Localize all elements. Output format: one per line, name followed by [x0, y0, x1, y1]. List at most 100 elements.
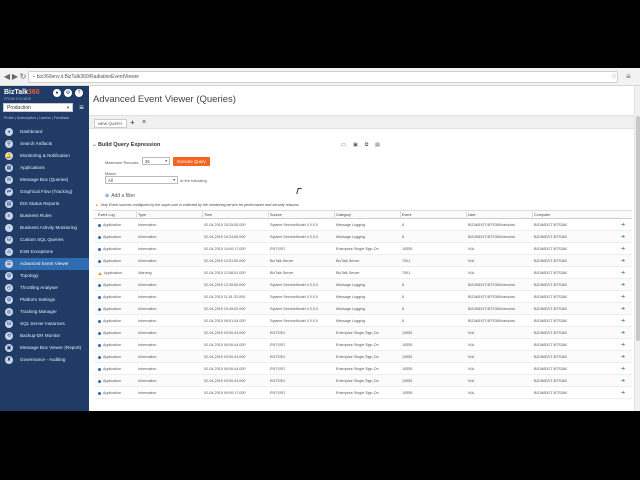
bam-icon: ◔: [5, 224, 13, 232]
sidebar-item-monitoring-notification[interactable]: 🔔 Monitoring & Notification: [0, 150, 89, 162]
sidebar-item-custom-sql-queries[interactable]: ⛁ Custom SQL Queries: [0, 234, 89, 246]
page-scrollbar[interactable]: [634, 86, 640, 411]
open-icon[interactable]: ▭: [340, 142, 347, 149]
table-row[interactable]: Application Information 02-04-2015 09:00:4…: [94, 363, 632, 375]
sidebar-item-tracking-manager[interactable]: ◎ Tracking Manager: [0, 306, 89, 318]
sidebar-item-applications[interactable]: ▦ Applications: [0, 162, 89, 174]
table-cell: System.ServiceModel 4.0.0.0: [270, 307, 318, 311]
scrollbar-thumb[interactable]: [636, 116, 640, 341]
row-detail-arrow-icon[interactable]: ➜: [616, 267, 630, 279]
match-select[interactable]: All ▼: [105, 176, 178, 184]
table-cell: 8: [402, 223, 405, 227]
table-cell: Information: [138, 331, 157, 335]
table-row[interactable]: Application Information 02-04-2015 09:00:4…: [94, 327, 632, 339]
environment-select[interactable]: Production ▼: [3, 103, 73, 112]
column-divider: [334, 211, 335, 219]
profile-links[interactable]: Profile | Subscription | License | Feedb…: [4, 116, 69, 120]
collapse-chevron-icon[interactable]: ⌄: [92, 141, 97, 148]
table-row[interactable]: Application Information 02-04-2015 09:51:4…: [94, 315, 632, 327]
row-detail-arrow-icon[interactable]: ➜: [616, 327, 630, 339]
execute-query-button[interactable]: Execute Query: [173, 157, 210, 166]
close-tab-button[interactable]: ×: [142, 117, 146, 128]
copy-icon[interactable]: ⧉: [363, 142, 370, 149]
row-detail-arrow-icon[interactable]: ➜: [616, 363, 630, 375]
sidebar-item-business-activity-monitoring[interactable]: ◔ Business Activity Monitoring: [0, 222, 89, 234]
row-detail-arrow-icon[interactable]: ➜: [616, 231, 630, 243]
row-detail-arrow-icon[interactable]: ➜: [616, 255, 630, 267]
table-cell: Message Logging: [336, 307, 366, 311]
row-detail-arrow-icon[interactable]: ➜: [616, 279, 630, 291]
user-icon[interactable]: ●: [53, 89, 61, 97]
table-row[interactable]: Application Information 02-04-2015 09:00:4…: [94, 375, 632, 387]
row-detail-arrow-icon[interactable]: ➜: [616, 375, 630, 387]
row-detail-arrow-icon[interactable]: ➜: [616, 315, 630, 327]
table-row[interactable]: Application Information 02-04-2015 15:25:5…: [94, 219, 632, 231]
add-filter-link[interactable]: ⊕ Add a filter: [105, 193, 135, 199]
tab-new-query[interactable]: NEW QUERY: [94, 119, 127, 128]
table-row[interactable]: Application Information 02-04-2015 12:45:5…: [94, 279, 632, 291]
sidebar-item-message-box-viewer-report[interactable]: ▣ Message Box Viewer (Report): [0, 342, 89, 354]
sidebar-item-governance-auditing[interactable]: ♜ Governance - Auditing: [0, 354, 89, 366]
sidebar-item-backup-dr-monitor[interactable]: ⟲ Backup-DR Monitor: [0, 330, 89, 342]
sidebar-item-throttling-analyser[interactable]: ◴ Throttling Analyser: [0, 282, 89, 294]
dashboard-icon: ◕: [5, 128, 13, 136]
brand-logo[interactable]: BizTalk360: [4, 89, 40, 96]
sidebar-item-sql-server-instances[interactable]: ⛁ SQL Server Instances: [0, 318, 89, 330]
table-cell: Application: [98, 339, 138, 351]
sidebar-item-platform-settings[interactable]: ⚙ Platform Settings: [0, 294, 89, 306]
table-row[interactable]: Application Information 02-04-2015 15:24:5…: [94, 231, 632, 243]
table-cell: Message Logging: [336, 319, 366, 323]
row-detail-arrow-icon[interactable]: ➜: [616, 219, 630, 231]
row-detail-arrow-icon[interactable]: ➜: [616, 243, 630, 255]
sidebar-item-business-rules[interactable]: ≡ Business Rules: [0, 210, 89, 222]
bookmark-star-icon[interactable]: ☆: [611, 73, 617, 81]
sidebar-item-esb-exceptions[interactable]: ⚠ ESB Exceptions: [0, 246, 89, 258]
settings-icon[interactable]: ⚙: [64, 89, 72, 97]
table-row[interactable]: Application Information 02-04-2015 14:00:1…: [94, 243, 632, 255]
table-row[interactable]: Application Information 02-04-2015 12:51:5…: [94, 255, 632, 267]
table-cell: N/A: [468, 391, 475, 395]
row-detail-arrow-icon[interactable]: ➜: [616, 303, 630, 315]
row-detail-arrow-icon[interactable]: ➜: [616, 339, 630, 351]
browser-menu-icon[interactable]: ≡: [626, 72, 631, 82]
sidebar-item-graphical-flow-tracking[interactable]: ⇄ Graphical Flow (Tracking): [0, 186, 89, 198]
add-tab-button[interactable]: +: [130, 117, 135, 128]
sidebar-item-advanced-event-viewer[interactable]: ☰ Advanced Event Viewer: [0, 258, 89, 270]
bell-icon: 🔔: [5, 152, 13, 160]
brand-tagline: FROM KOLIBRI: [4, 97, 32, 101]
table-cell: BIZ4MDOT\BTS360\ravishst: [468, 283, 515, 287]
save-icon[interactable]: ▣: [352, 142, 359, 149]
sidebar-item-search-artifacts[interactable]: ⚲ Search Artifacts: [0, 138, 89, 150]
table-row[interactable]: Application Information 02-04-2015 09:00:1…: [94, 387, 632, 399]
table-cell: N/A: [468, 379, 475, 383]
max-records-select[interactable]: 25 ▼: [142, 157, 170, 165]
table-row[interactable]: Application Warning 02-04-2015 12:58:51.00…: [94, 267, 632, 279]
table-row[interactable]: Application Information 02-04-2015 09:00:4…: [94, 351, 632, 363]
menu-toggle-icon[interactable]: ≡: [77, 103, 86, 112]
reload-icon[interactable]: ↻: [18, 72, 28, 82]
tracking-icon: ◎: [5, 308, 13, 316]
table-cell: BIZ4MDOT-BTS360: [534, 367, 567, 371]
add-filter-label: Add a filter: [111, 193, 136, 199]
info-icon: [98, 355, 101, 359]
table-cell: Application: [98, 387, 138, 399]
table-cell: BIZ4MDOT-BTS360: [534, 247, 567, 251]
sidebar-item-topology[interactable]: ⚙ Topology: [0, 270, 89, 282]
table-row[interactable]: Application Information 02-04-2015 10:45:0…: [94, 303, 632, 315]
delete-icon[interactable]: ▤: [374, 142, 381, 149]
page-title: Advanced Event Viewer (Queries): [93, 94, 236, 105]
sidebar-item-dashboard[interactable]: ◕ Dashboard: [0, 126, 89, 138]
table-cell: 02-04-2015 15:25:55.000: [204, 223, 246, 227]
row-detail-arrow-icon[interactable]: ➜: [616, 291, 630, 303]
sidebar-item-edi-status-reports[interactable]: ▤ EDI Status Reports: [0, 198, 89, 210]
table-row[interactable]: Application Information 02-04-2015 09:00:4…: [94, 339, 632, 351]
sidebar-item-message-box-queries[interactable]: ✉ Message Box (Queries): [0, 174, 89, 186]
table-cell: Information: [138, 295, 157, 299]
row-detail-arrow-icon[interactable]: ➜: [616, 387, 630, 399]
help-icon[interactable]: ?: [75, 89, 83, 97]
throttling-icon: ◴: [5, 284, 13, 292]
table-cell: BIZ4MDOT-BTS360: [534, 355, 567, 359]
address-bar[interactable]: ▪ biz360env.ir.BizTalk360/RadiationEventV…: [28, 71, 618, 83]
table-row[interactable]: Application Information 02-04-2015 11:51:3…: [94, 291, 632, 303]
row-detail-arrow-icon[interactable]: ➜: [616, 351, 630, 363]
